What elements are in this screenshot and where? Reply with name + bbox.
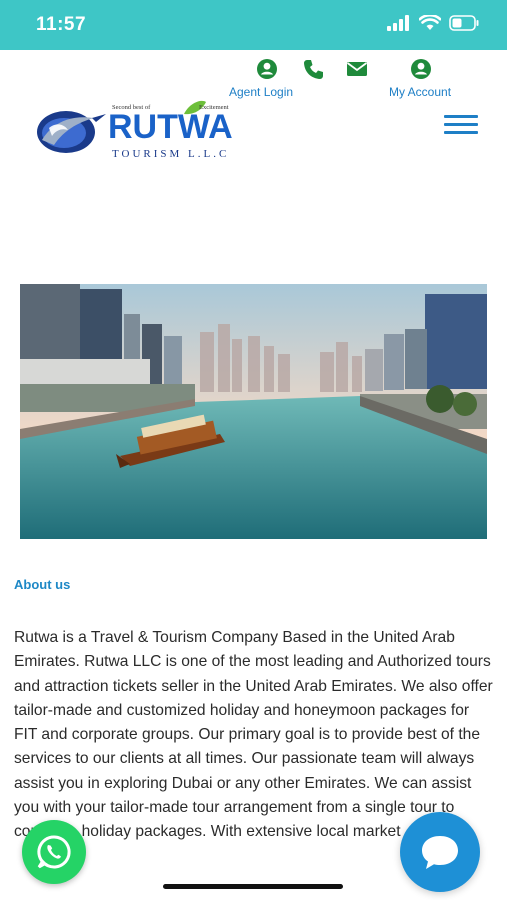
logo-tagline: TOURISM L.L.C [112, 148, 229, 160]
chat-bubble-icon [422, 836, 458, 869]
wifi-icon [419, 15, 441, 30]
logo-name: RUTWA [108, 108, 233, 146]
my-account-link[interactable]: My Account [389, 85, 451, 99]
menu-line [444, 123, 478, 126]
menu-line [444, 115, 478, 118]
phone-icon[interactable] [302, 58, 324, 80]
status-bar: 11:57 [0, 0, 507, 50]
rutwa-logo[interactable]: Second best of Excitement RUTWA TOURISM … [34, 100, 264, 162]
whatsapp-icon [37, 835, 71, 869]
user-circle-icon[interactable] [256, 58, 278, 80]
live-chat-button[interactable] [400, 812, 480, 892]
agent-login-link[interactable]: Agent Login [229, 85, 293, 99]
signal-icon [387, 15, 409, 31]
user-circle-icon[interactable] [410, 58, 432, 80]
battery-icon [449, 15, 479, 31]
status-time: 11:57 [36, 14, 87, 35]
whatsapp-button[interactable] [22, 820, 86, 884]
about-us-title: About us [14, 577, 71, 592]
menu-line [444, 131, 478, 134]
menu-hamburger-button[interactable] [444, 115, 478, 139]
hero-image [20, 284, 487, 539]
home-indicator [163, 884, 343, 889]
mail-icon[interactable] [346, 58, 368, 80]
about-us-text: Rutwa is a Travel & Tourism Company Base… [14, 629, 493, 841]
status-icons [387, 15, 479, 31]
